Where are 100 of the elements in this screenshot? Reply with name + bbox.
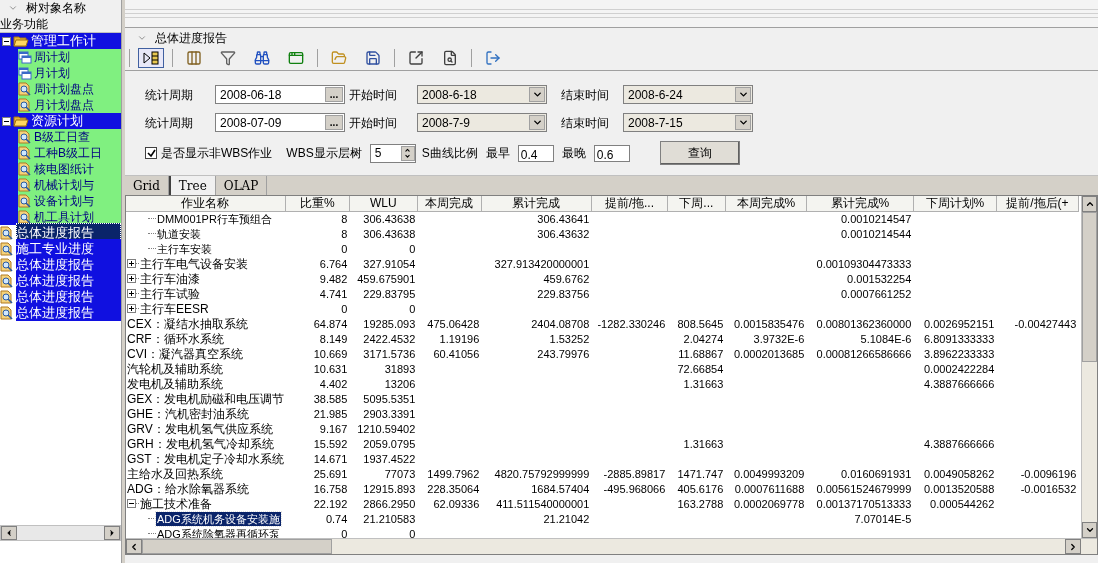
table-row[interactable]: 主给水及回热系统 25.691 77073 1499.7962 4820.75792999999 -2885.89817 1471.747 0.0049993209 0.0160691931 0.0049058262 -0.0096196	[126, 466, 1079, 481]
scroll-left-icon[interactable]	[4, 528, 14, 538]
scroll-right-icon[interactable]	[107, 528, 117, 538]
earliest-field[interactable]: 0.4	[517, 144, 554, 162]
toolbar-button[interactable]	[138, 48, 164, 68]
table-row[interactable]: CRF：循环水系统 8.149 2422.4532 1.19196 1.53252 2.04274 3.9732E-6 5.1084E-6 6.8091333333	[126, 331, 1079, 346]
expand-toggle[interactable]	[2, 116, 11, 126]
scroll-right-icon[interactable]	[1068, 541, 1078, 552]
table-row[interactable]: 主行车电气设备安装 6.764 327.91054 327.913420000001 0.00109304473333	[126, 256, 1079, 271]
checkbox[interactable]	[145, 147, 157, 159]
column-header[interactable]: 提前/拖后(+	[996, 196, 1079, 211]
date-dropdown[interactable]: 2008-7-9	[417, 113, 547, 132]
table-cell-text: -0.0096196	[1019, 466, 1078, 481]
row-name: 主行车安装	[156, 241, 213, 256]
table-row[interactable]: 主行车安装 0 0	[126, 241, 1079, 256]
table-cell-text: 229.83795	[362, 286, 417, 301]
field-label: 开始时间	[349, 86, 398, 104]
table-row[interactable]: 主行车EESR 0 0	[126, 301, 1079, 316]
query-button[interactable]: 查询	[659, 141, 740, 165]
browse-button[interactable]: ...	[325, 115, 343, 130]
expand-toggle[interactable]	[2, 36, 11, 46]
expand-toggle[interactable]	[127, 274, 136, 283]
table-row[interactable]: GHE：汽机密封油系统 21.985 2903.3391	[126, 406, 1079, 421]
table-cell-text: 0	[340, 526, 349, 538]
scroll-left-icon[interactable]	[129, 541, 139, 552]
date-dropdown[interactable]: 2008-6-24	[623, 85, 753, 104]
table-cell-text: -0.0016532	[1019, 481, 1078, 496]
spin-down-icon[interactable]	[404, 153, 412, 160]
magnifier-page-icon	[18, 98, 32, 112]
table-cell-text: 2059.0795	[362, 436, 417, 451]
scroll-up-icon[interactable]	[1084, 199, 1095, 209]
horizontal-scrollbar[interactable]	[126, 538, 1097, 554]
table-row[interactable]: GEX：发电机励磁和电压调节 38.585 5095.5351	[126, 391, 1079, 406]
latest-field[interactable]: 0.6	[593, 144, 630, 162]
table-cell-text: 5.1084E-6	[859, 331, 913, 346]
column-header[interactable]: 下周...	[667, 196, 726, 211]
table-row[interactable]: CVI：凝汽器真空系统 10.669 3171.5736 60.41056 243.79976 11.68867 0.0002013685 0.00081266586666 3.8962233333	[126, 346, 1079, 361]
table-cell-text: 21.21042	[542, 511, 591, 526]
spin-field[interactable]: 5	[369, 143, 416, 163]
table-cell-text: 228.35064	[426, 481, 481, 496]
table-cell-text: 808.5645	[676, 316, 725, 331]
folder-icon	[13, 35, 29, 47]
tree-group[interactable]: 资源计划	[0, 113, 121, 129]
column-header[interactable]: 下周计划%	[913, 196, 997, 211]
date-dropdown[interactable]: 2008-7-15	[623, 113, 753, 132]
table-row[interactable]: 施工技术准备 22.192 2866.2950 62.09336 411.511540000001 163.2788 0.0002069778 0.00137170513333 0.000544262	[126, 496, 1079, 511]
table-row[interactable]: ADG：给水除氧器系统 16.758 12915.893 228.35064 1684.57404 -495.968066 405.6176 0.0007611688 0.00561524679999 0.0013520588 -0.0016532	[126, 481, 1079, 496]
table-row[interactable]: 主行车油漆 9.482 459.675901 459.6762 0.001532254	[126, 271, 1079, 286]
table-cell-text: 3171.5736	[362, 346, 417, 361]
row-name: 施工技术准备	[139, 496, 213, 511]
column-header[interactable]: 本周完成%	[725, 196, 807, 211]
table-row[interactable]: GRH：发电机氢气冷却系统 15.592 2059.0795 1.31663 4.3887666666	[126, 436, 1079, 451]
tree-item[interactable]: 周计划盘点	[18, 81, 121, 97]
column-header[interactable]: 提前/拖...	[591, 196, 668, 211]
tree-item[interactable]: 周计划	[18, 49, 121, 65]
tab[interactable]: Tree	[168, 176, 216, 195]
horizontal-scrollbar[interactable]	[0, 525, 121, 541]
tree-line	[148, 248, 156, 249]
tree-item[interactable]: 工种B级工日	[18, 145, 121, 161]
tree-item[interactable]: 月计划盘点	[18, 97, 121, 113]
scroll-down-icon[interactable]	[1084, 525, 1095, 535]
table-row[interactable]: GST：发电机定子冷却水系统 14.671 1937.4522	[126, 451, 1079, 466]
table-row[interactable]: 主行车试验 4.741 229.83795 229.83756 0.0007661252	[126, 286, 1079, 301]
column-header[interactable]: 作业名称	[126, 196, 286, 211]
expand-toggle[interactable]	[127, 259, 136, 268]
table-cell-text: 229.83756	[536, 286, 591, 301]
tree-item[interactable]: 设备计划与	[18, 193, 121, 209]
table-row[interactable]: 汽轮机及辅助系统 10.631 31893 72.66854 0.0002422284	[126, 361, 1079, 376]
table-row[interactable]: 轨道安装 8 306.43638 306.43632 0.0010214544	[126, 226, 1079, 241]
tree-item[interactable]: 核电图纸计	[18, 161, 121, 177]
column-header[interactable]: 累计完成%	[806, 196, 914, 211]
table-row[interactable]: GRV：发电机氢气供应系统 9.167 1210.59402	[126, 421, 1079, 436]
vertical-scrollbar[interactable]	[1081, 196, 1097, 538]
table-cell-text: 0.0160691931	[840, 466, 913, 481]
tree-item[interactable]: 月计划	[18, 65, 121, 81]
table-row[interactable]: CEX：凝结水抽取系统 64.874 19285.093 475.06428 2404.08708 -1282.330246 808.5645 0.0015835476 0.00801362360000 0.0026952151 -0.00427443	[126, 316, 1079, 331]
table-cell-text: 411.511540000001	[495, 496, 591, 511]
column-header[interactable]: 比重%	[285, 196, 350, 211]
table-cell-text: 327.91054	[362, 256, 417, 271]
expand-toggle[interactable]	[127, 304, 136, 313]
table-row[interactable]: 发电机及辅助系统 4.402 13206 1.31663 4.3887666666	[126, 376, 1079, 391]
date-field[interactable]: 2008-06-18 ...	[215, 85, 345, 104]
tree-item[interactable]: 机械计划与	[18, 177, 121, 193]
table-cell-text: 4.3887666666	[923, 436, 996, 451]
table-cell-text: 10.631	[312, 361, 349, 376]
tree-group[interactable]: 管理工作计	[0, 33, 121, 49]
column-header[interactable]: 累计完成	[481, 196, 592, 211]
expand-toggle[interactable]	[127, 499, 136, 508]
browse-button[interactable]: ...	[325, 87, 343, 102]
table-cell-text: 459.675901	[356, 271, 417, 286]
table-row[interactable]: ADG系统机务设备安装施 0.74 21.210583 21.21042 7.07014E-5	[126, 511, 1079, 526]
column-header[interactable]: 本周完成	[417, 196, 482, 211]
tree-item[interactable]: B级工日查	[18, 129, 121, 145]
date-dropdown[interactable]: 2008-6-18	[417, 85, 547, 104]
row-name: 发电机及辅助系统	[126, 376, 224, 391]
expand-toggle[interactable]	[127, 289, 136, 298]
spin-up-icon[interactable]	[404, 146, 412, 153]
date-field[interactable]: 2008-07-09 ...	[215, 113, 345, 132]
column-header[interactable]: WLU	[349, 196, 418, 211]
table-row[interactable]: DMM001PR行车预组合 8 306.43638 306.43641 0.0010214547	[126, 211, 1079, 226]
